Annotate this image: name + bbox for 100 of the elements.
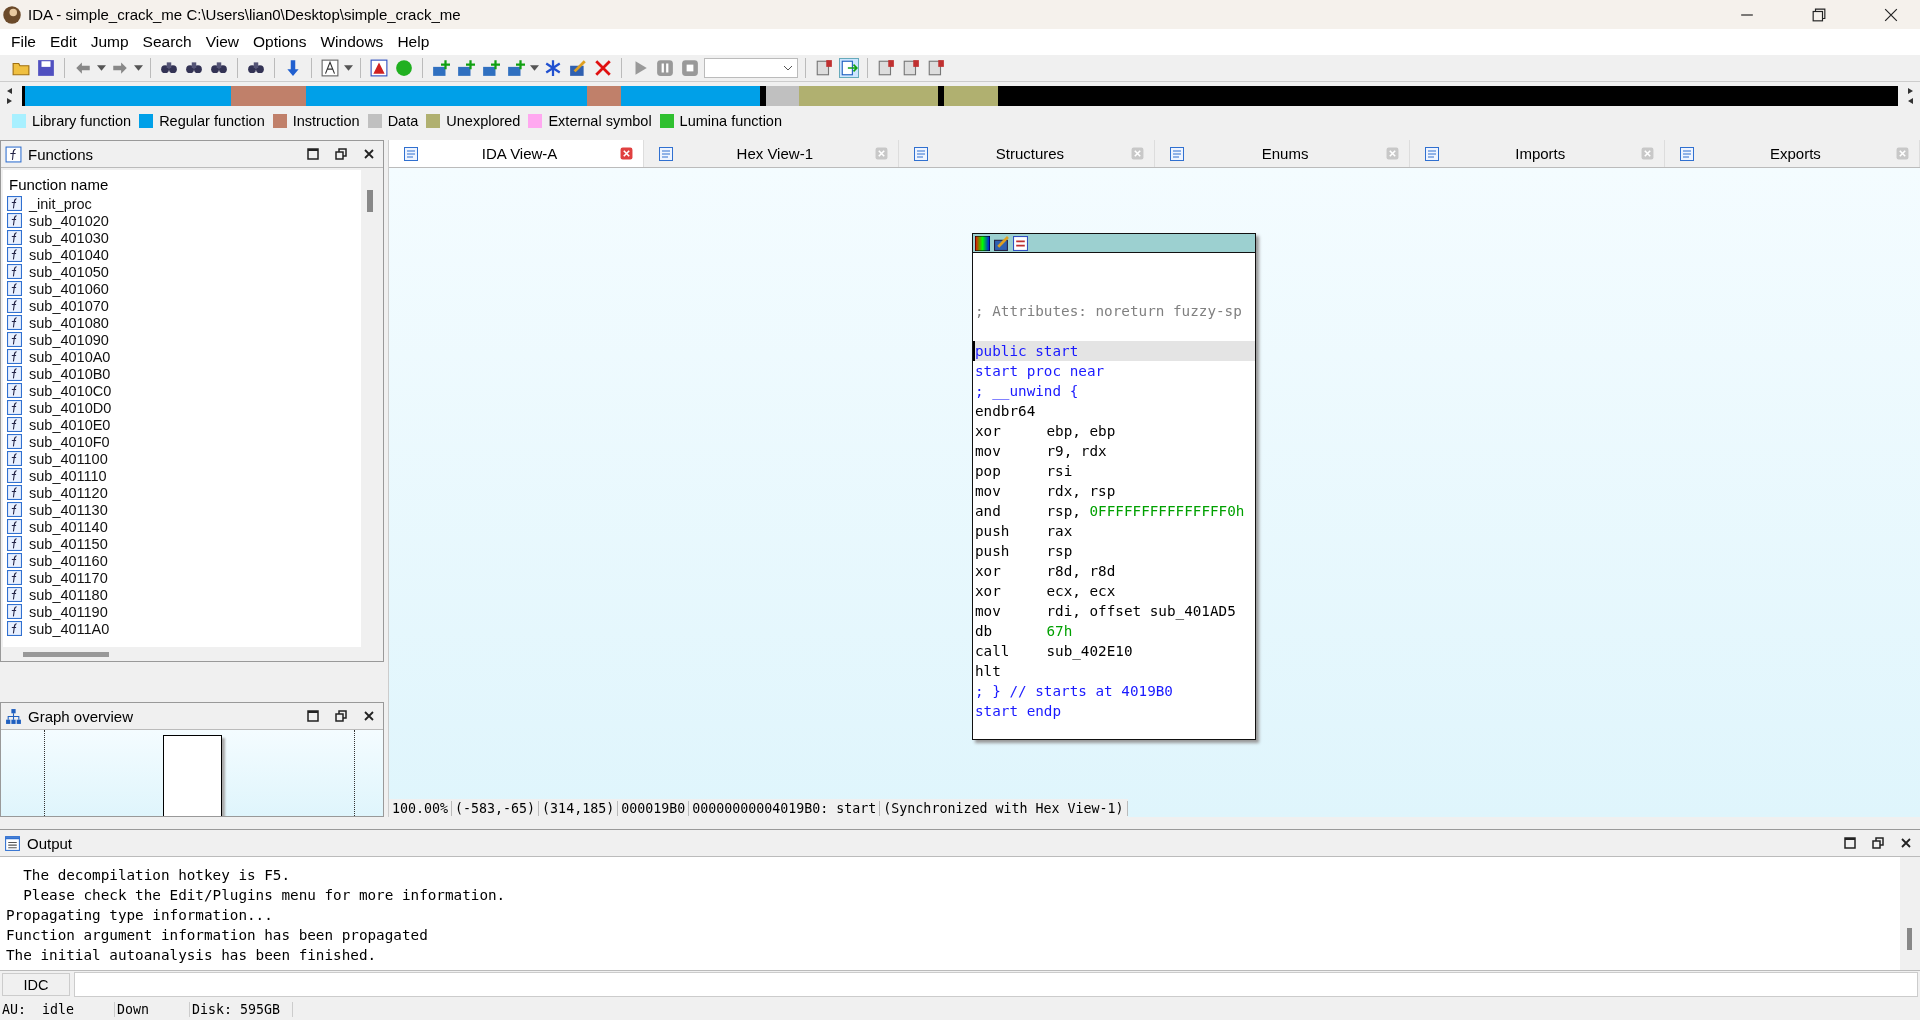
maximize-icon[interactable] bbox=[307, 148, 319, 160]
column-header[interactable]: Function name bbox=[3, 170, 361, 195]
graph-layout-icon[interactable] bbox=[1013, 235, 1028, 251]
menu-item[interactable]: View bbox=[198, 33, 247, 51]
code-line[interactable]: start endp bbox=[973, 701, 1255, 721]
function-name[interactable]: sub_401090 bbox=[29, 331, 109, 348]
command-field[interactable] bbox=[74, 972, 1918, 997]
debugger-icon[interactable] bbox=[815, 59, 833, 77]
viewport-rectangle[interactable] bbox=[163, 735, 222, 816]
menu-item[interactable]: Jump bbox=[83, 33, 136, 51]
function-name[interactable]: sub_4010B0 bbox=[29, 365, 111, 382]
function-name[interactable]: sub_401020 bbox=[29, 212, 109, 229]
edit-icon[interactable] bbox=[994, 235, 1009, 251]
code-line[interactable]: push rax bbox=[973, 521, 1255, 541]
menu-item[interactable]: Help bbox=[390, 33, 437, 51]
code-line[interactable]: mov rdi, offset sub_401AD5 bbox=[973, 601, 1255, 621]
code-line[interactable]: mov rdx, rsp bbox=[973, 481, 1255, 501]
close-icon[interactable] bbox=[363, 710, 375, 722]
function-name[interactable]: sub_401040 bbox=[29, 246, 109, 263]
menu-item[interactable]: Search bbox=[135, 33, 199, 51]
function-name[interactable]: _init_proc bbox=[29, 195, 92, 212]
function-name[interactable]: sub_401070 bbox=[29, 297, 109, 314]
status-dot-icon[interactable] bbox=[395, 59, 413, 77]
function-name[interactable]: sub_401110 bbox=[29, 467, 107, 484]
code-line[interactable]: xor ecx, ecx bbox=[973, 581, 1255, 601]
warning-icon[interactable] bbox=[370, 59, 388, 77]
float-icon[interactable] bbox=[1872, 837, 1884, 849]
function-name[interactable]: sub_4010F0 bbox=[29, 433, 110, 450]
function-name[interactable]: sub_401120 bbox=[29, 484, 108, 501]
menu-item[interactable]: Windows bbox=[313, 33, 391, 51]
maximize-icon[interactable] bbox=[1844, 837, 1856, 849]
function-name[interactable]: sub_401180 bbox=[29, 586, 108, 603]
code-line[interactable]: xor r8d, r8d bbox=[973, 561, 1255, 581]
asterisk-icon[interactable] bbox=[544, 59, 562, 77]
function-name[interactable]: sub_401050 bbox=[29, 263, 109, 280]
function-name[interactable]: sub_4010C0 bbox=[29, 382, 112, 399]
caret-icon[interactable] bbox=[783, 65, 793, 71]
add-item-icon[interactable] bbox=[457, 59, 475, 77]
add-item-icon[interactable] bbox=[482, 59, 500, 77]
code-block[interactable] bbox=[972, 233, 1256, 740]
maximize-icon[interactable] bbox=[307, 710, 319, 722]
color-palette-icon[interactable] bbox=[975, 235, 990, 251]
navigation-band[interactable] bbox=[22, 86, 1898, 106]
dropdown-icon[interactable] bbox=[344, 64, 353, 72]
code-line[interactable]: push rsp bbox=[973, 541, 1255, 561]
menu-item[interactable]: File bbox=[4, 33, 43, 51]
code-line[interactable]: pop rsi bbox=[973, 461, 1255, 481]
language-button[interactable]: IDC bbox=[2, 973, 70, 996]
edit-icon[interactable] bbox=[569, 59, 587, 77]
attach-process-icon[interactable] bbox=[840, 59, 858, 77]
function-name[interactable]: sub_401100 bbox=[29, 450, 108, 467]
dropdown-icon[interactable] bbox=[97, 64, 106, 72]
function-name[interactable]: sub_401160 bbox=[29, 552, 108, 569]
scroll-right-icon[interactable] bbox=[1906, 86, 1914, 106]
stop-icon[interactable] bbox=[681, 59, 699, 77]
function-name[interactable]: sub_401140 bbox=[29, 518, 108, 535]
debugger-icon[interactable] bbox=[927, 59, 945, 77]
code-line[interactable]: mov r9, rdx bbox=[973, 441, 1255, 461]
code-line[interactable]: call sub_402E10 bbox=[973, 641, 1255, 661]
debugger-icon[interactable] bbox=[877, 59, 895, 77]
function-name[interactable]: sub_4010D0 bbox=[29, 399, 112, 416]
function-name[interactable]: sub_401150 bbox=[29, 535, 108, 552]
function-name[interactable]: sub_401080 bbox=[29, 314, 109, 331]
code-line[interactable]: db 67h bbox=[973, 621, 1255, 641]
function-name[interactable]: sub_401130 bbox=[29, 501, 108, 518]
code-line[interactable]: start proc near bbox=[973, 361, 1255, 381]
code-line[interactable]: endbr64 bbox=[973, 401, 1255, 421]
close-icon[interactable] bbox=[1884, 7, 1898, 22]
function-name[interactable]: sub_4011A0 bbox=[29, 620, 110, 637]
save-icon[interactable] bbox=[37, 59, 55, 77]
code-line[interactable]: and rsp, 0FFFFFFFFFFFFFFF0h bbox=[973, 501, 1255, 521]
add-item-icon[interactable] bbox=[507, 59, 525, 77]
function-name[interactable]: sub_401060 bbox=[29, 280, 109, 297]
function-name[interactable]: sub_4010E0 bbox=[29, 416, 111, 433]
code-line[interactable]: hlt bbox=[973, 661, 1255, 681]
scrollbar[interactable] bbox=[1900, 857, 1920, 970]
dropdown-icon[interactable] bbox=[530, 64, 539, 72]
float-icon[interactable] bbox=[335, 148, 347, 160]
close-icon[interactable] bbox=[1900, 837, 1912, 849]
float-icon[interactable] bbox=[335, 710, 347, 722]
debugger-icon[interactable] bbox=[902, 59, 920, 77]
code-line[interactable]: xor ebp, ebp bbox=[973, 421, 1255, 441]
pause-icon[interactable] bbox=[656, 59, 674, 77]
function-name[interactable]: sub_401190 bbox=[29, 603, 108, 620]
menu-item[interactable]: Options bbox=[246, 33, 314, 51]
menu-item[interactable]: Edit bbox=[43, 33, 84, 51]
tab[interactable]: IDA View-A bbox=[389, 140, 645, 167]
function-name[interactable]: sub_401030 bbox=[29, 229, 109, 246]
close-icon[interactable] bbox=[363, 148, 375, 160]
delete-icon[interactable] bbox=[594, 59, 612, 77]
dropdown-icon[interactable] bbox=[134, 64, 143, 72]
code-line[interactable]: ; } // starts at 4019B0 bbox=[973, 681, 1255, 701]
text-format-icon[interactable] bbox=[321, 59, 339, 77]
scroll-left-icon[interactable] bbox=[6, 86, 14, 106]
add-item-icon[interactable] bbox=[432, 59, 450, 77]
function-name[interactable]: sub_4010A0 bbox=[29, 348, 111, 365]
code-line[interactable]: ; __unwind { bbox=[973, 381, 1255, 401]
window-title: IDA - simple_crack_me C:\Users\lian0\Desktop\simple_crack_me bbox=[28, 6, 461, 23]
restore-icon[interactable] bbox=[1812, 7, 1826, 22]
function-name[interactable]: sub_401170 bbox=[29, 569, 108, 586]
